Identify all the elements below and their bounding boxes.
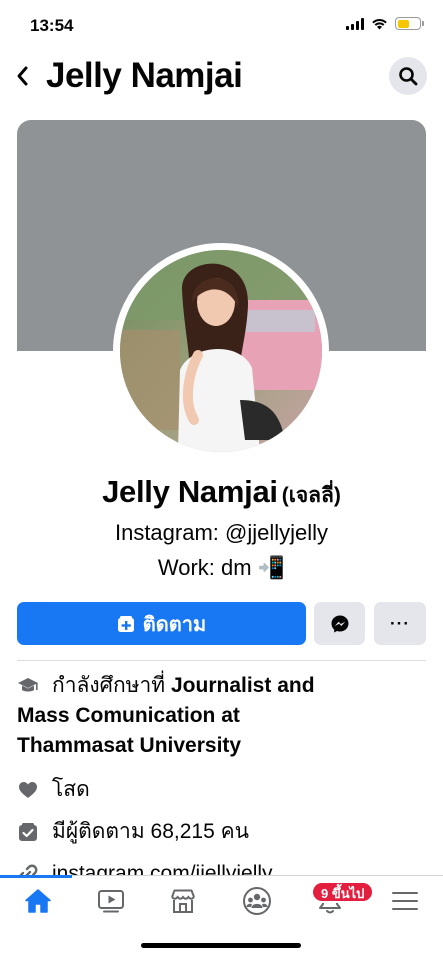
wifi-icon xyxy=(372,18,387,29)
more-options-button[interactable]: ··· xyxy=(374,602,426,645)
battery-icon xyxy=(395,17,424,30)
tab-watch[interactable] xyxy=(91,886,131,916)
tab-menu[interactable] xyxy=(385,886,425,916)
profile-name-text: Jelly Namjai xyxy=(102,474,278,509)
page-title: Jelly Namjai xyxy=(46,56,243,95)
home-icon xyxy=(25,889,51,913)
active-tab-indicator xyxy=(0,875,72,878)
followers-row[interactable]: มีผู้ติดตาม 68,215 คน xyxy=(17,817,249,847)
followers-text: มีผู้ติดตาม 68,215 คน xyxy=(52,820,249,843)
notification-badge: 9 ขึ้นไป xyxy=(311,881,375,903)
education-prefix: กำลังศึกษาที่ xyxy=(52,674,171,697)
groups-icon xyxy=(243,887,271,915)
profile-name: Jelly Namjai (เจลลี่) xyxy=(0,474,443,512)
status-time: 13:54 xyxy=(30,16,74,35)
divider xyxy=(17,660,426,661)
bio-line-work: Work: dm 📲 xyxy=(157,555,286,580)
education-text: กำลังศึกษาที่ Journalist and Mass Comuni… xyxy=(17,671,392,761)
follow-button-label: ติดตาม xyxy=(142,613,207,636)
followers-icon xyxy=(17,821,39,843)
education-row: กำลังศึกษาที่ Journalist and Mass Comuni… xyxy=(17,671,392,761)
school-name-3[interactable]: Thammasat University xyxy=(17,731,397,761)
messenger-icon xyxy=(331,615,348,632)
cellular-signal-icon xyxy=(346,17,364,30)
chevron-left-icon xyxy=(17,66,28,86)
search-button[interactable] xyxy=(389,57,427,95)
relationship-row: โสด xyxy=(17,775,90,805)
bio-line-instagram: Instagram: @jjellyjelly xyxy=(114,520,329,545)
school-name-2[interactable]: Mass Comunication at xyxy=(17,701,397,731)
relationship-text: โสด xyxy=(52,778,90,801)
avatar-photo xyxy=(120,250,322,452)
tab-marketplace[interactable] xyxy=(163,886,203,916)
marketplace-icon xyxy=(171,889,195,913)
follow-button[interactable]: ติดตาม xyxy=(17,602,306,645)
hamburger-menu-icon xyxy=(392,892,418,910)
profile-header: Jelly Namjai xyxy=(0,50,443,106)
tab-groups[interactable] xyxy=(237,886,277,916)
heart-icon xyxy=(17,779,39,801)
school-name-1[interactable]: Journalist and xyxy=(171,674,315,697)
graduation-cap-icon xyxy=(17,675,39,697)
status-icons xyxy=(346,17,424,30)
search-icon xyxy=(399,67,418,86)
home-indicator[interactable] xyxy=(141,943,301,948)
video-icon xyxy=(98,890,124,913)
tab-home[interactable] xyxy=(18,886,58,916)
messenger-button[interactable] xyxy=(314,602,365,645)
back-button[interactable] xyxy=(8,56,36,96)
follow-icon xyxy=(117,615,134,632)
status-bar: 13:54 xyxy=(0,0,443,50)
profile-avatar[interactable] xyxy=(120,250,322,452)
profile-alt-name: (เจลลี่) xyxy=(281,484,341,507)
